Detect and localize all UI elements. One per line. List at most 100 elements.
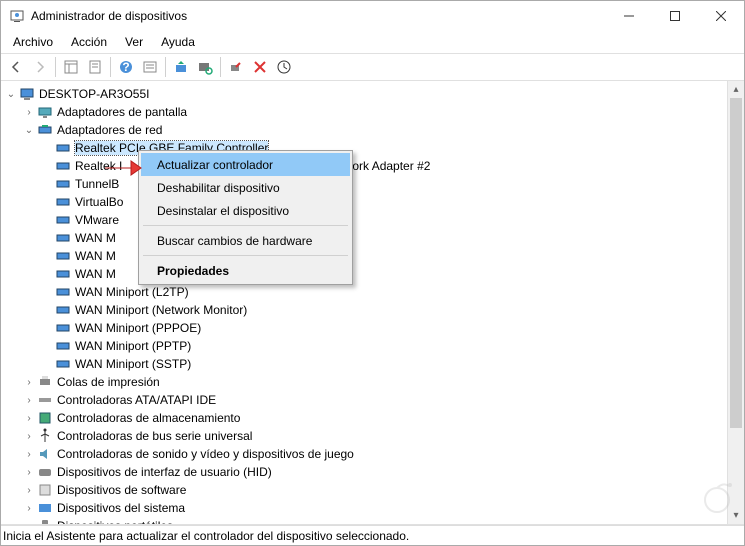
expander-open-icon[interactable]: ⌄ — [5, 88, 17, 100]
menu-help[interactable]: Ayuda — [153, 33, 203, 51]
network-device-icon — [55, 212, 71, 228]
node-label: Adaptadores de pantalla — [57, 105, 187, 119]
network-device-icon — [55, 230, 71, 246]
software-icon — [37, 482, 53, 498]
network-adapter-icon — [37, 122, 53, 138]
node-label: DESKTOP-AR3O55I — [39, 87, 149, 101]
disable-button[interactable] — [225, 56, 247, 78]
expander-closed-icon[interactable]: › — [23, 412, 35, 424]
tree-device-wan-pptp[interactable]: WAN Miniport (PPTP) — [1, 337, 727, 355]
tree-device-realtek-gbe[interactable]: Realtek PCIe GBE Family Controller — [1, 139, 727, 157]
device-manager-window: Administrador de dispositivos Archivo Ac… — [0, 0, 745, 546]
tree-category-usb[interactable]: › Controladoras de bus serie universal — [1, 427, 727, 445]
maximize-button[interactable] — [652, 1, 698, 31]
menu-action[interactable]: Acción — [63, 33, 115, 51]
minimize-button[interactable] — [606, 1, 652, 31]
node-label: WAN Miniport (SSTP) — [75, 357, 191, 371]
expander-closed-icon[interactable]: › — [23, 484, 35, 496]
tree-category-system[interactable]: ›Dispositivos del sistema — [1, 499, 727, 517]
node-label: Controladoras de bus serie universal — [57, 429, 252, 443]
tree-device-wan3[interactable]: WAN M — [1, 265, 727, 283]
node-label: Controladoras de almacenamiento — [57, 411, 240, 425]
content-area: ⌄ DESKTOP-AR3O55I › Adaptadores de panta… — [1, 81, 744, 525]
expander-open-icon[interactable]: ⌄ — [23, 124, 35, 136]
tree-device-wan-sstp[interactable]: WAN Miniport (SSTP) — [1, 355, 727, 373]
tree-device-wan-netmon[interactable]: WAN Miniport (Network Monitor) — [1, 301, 727, 319]
app-icon — [9, 8, 25, 24]
node-label: VirtualBo — [75, 195, 123, 209]
annotation-arrow-icon — [103, 157, 143, 179]
node-label: WAN Miniport (PPPOE) — [75, 321, 201, 335]
expander-closed-icon[interactable]: › — [23, 106, 35, 118]
node-label: WAN M — [75, 267, 116, 281]
tree-category-display[interactable]: › Adaptadores de pantalla — [1, 103, 727, 121]
titlebar[interactable]: Administrador de dispositivos — [1, 1, 744, 31]
network-device-icon — [55, 302, 71, 318]
printer-icon — [37, 374, 53, 390]
tree-device-wan-pppoe[interactable]: WAN Miniport (PPPOE) — [1, 319, 727, 337]
expander-closed-icon[interactable]: › — [23, 502, 35, 514]
tree-category-sound[interactable]: › Controladoras de sonido y vídeo y dispo… — [1, 445, 727, 463]
tree-category-hid[interactable]: ›Dispositivos de interfaz de usuario (HI… — [1, 463, 727, 481]
tree-category-print[interactable]: ›Colas de impresión — [1, 373, 727, 391]
node-label: WAN M — [75, 231, 116, 245]
tree-category-ata[interactable]: ›Controladoras ATA/ATAPI IDE — [1, 391, 727, 409]
scan-changes-button[interactable] — [273, 56, 295, 78]
scan-hardware-button[interactable] — [194, 56, 216, 78]
expander-closed-icon[interactable]: › — [23, 376, 35, 388]
separator — [220, 57, 221, 77]
network-device-icon — [55, 266, 71, 282]
tree-category-portable[interactable]: › Dispositivos portátiles — [1, 517, 727, 524]
device-tree[interactable]: ⌄ DESKTOP-AR3O55I › Adaptadores de panta… — [1, 81, 727, 524]
window-title: Administrador de dispositivos — [31, 9, 606, 23]
expander-closed-icon[interactable]: › — [23, 448, 35, 460]
uninstall-button[interactable] — [249, 56, 271, 78]
spacer — [41, 160, 53, 172]
node-label: Dispositivos portátiles — [57, 519, 173, 524]
storage-icon — [37, 410, 53, 426]
properties-button[interactable] — [84, 56, 106, 78]
tree-device-vmware[interactable]: VMware — [1, 211, 727, 229]
tree-device-wan-l2tp[interactable]: WAN Miniport (L2TP) — [1, 283, 727, 301]
node-label: Controladoras de sonido y vídeo y dispos… — [57, 447, 354, 461]
update-driver-button[interactable] — [170, 56, 192, 78]
tree-device-virtualbox[interactable]: VirtualBo — [1, 193, 727, 211]
forward-button[interactable] — [29, 56, 51, 78]
ctx-disable[interactable]: Deshabilitar dispositivo — [141, 176, 350, 199]
ctx-properties[interactable]: Propiedades — [141, 259, 350, 282]
separator — [143, 255, 348, 256]
network-device-icon — [55, 140, 71, 156]
portable-icon — [37, 518, 53, 524]
scrollbar[interactable]: ▴ ▾ — [727, 81, 744, 524]
tree-device-wan2[interactable]: WAN M — [1, 247, 727, 265]
node-label: WAN Miniport (L2TP) — [75, 285, 189, 299]
menu-view[interactable]: Ver — [117, 33, 151, 51]
tree-category-software[interactable]: ›Dispositivos de software — [1, 481, 727, 499]
node-label: WAN M — [75, 249, 116, 263]
separator — [165, 57, 166, 77]
expander-closed-icon[interactable]: › — [23, 394, 35, 406]
tree-category-network[interactable]: ⌄ Adaptadores de red — [1, 121, 727, 139]
tree-root[interactable]: ⌄ DESKTOP-AR3O55I — [1, 85, 727, 103]
ide-icon — [37, 392, 53, 408]
expander-closed-icon[interactable]: › — [23, 430, 35, 442]
help-button[interactable]: ? — [115, 56, 137, 78]
menu-file[interactable]: Archivo — [5, 33, 61, 51]
ctx-update-driver[interactable]: Actualizar controlador — [141, 153, 350, 176]
tree-category-storage[interactable]: › Controladoras de almacenamiento — [1, 409, 727, 427]
list-button[interactable] — [139, 56, 161, 78]
show-hide-tree-button[interactable] — [60, 56, 82, 78]
ctx-uninstall[interactable]: Desinstalar el dispositivo — [141, 199, 350, 222]
scroll-up-icon[interactable]: ▴ — [728, 81, 744, 98]
status-text: Inicia el Asistente para actualizar el c… — [3, 529, 409, 543]
usb-icon — [37, 428, 53, 444]
expander-closed-icon[interactable]: › — [23, 520, 35, 524]
expander-closed-icon[interactable]: › — [23, 466, 35, 478]
ctx-scan-hardware[interactable]: Buscar cambios de hardware — [141, 229, 350, 252]
close-button[interactable] — [698, 1, 744, 31]
context-menu: Actualizar controlador Deshabilitar disp… — [138, 150, 353, 285]
scrollbar-thumb[interactable] — [730, 98, 742, 428]
tree-device-wan1[interactable]: WAN M — [1, 229, 727, 247]
back-button[interactable] — [5, 56, 27, 78]
separator — [143, 225, 348, 226]
